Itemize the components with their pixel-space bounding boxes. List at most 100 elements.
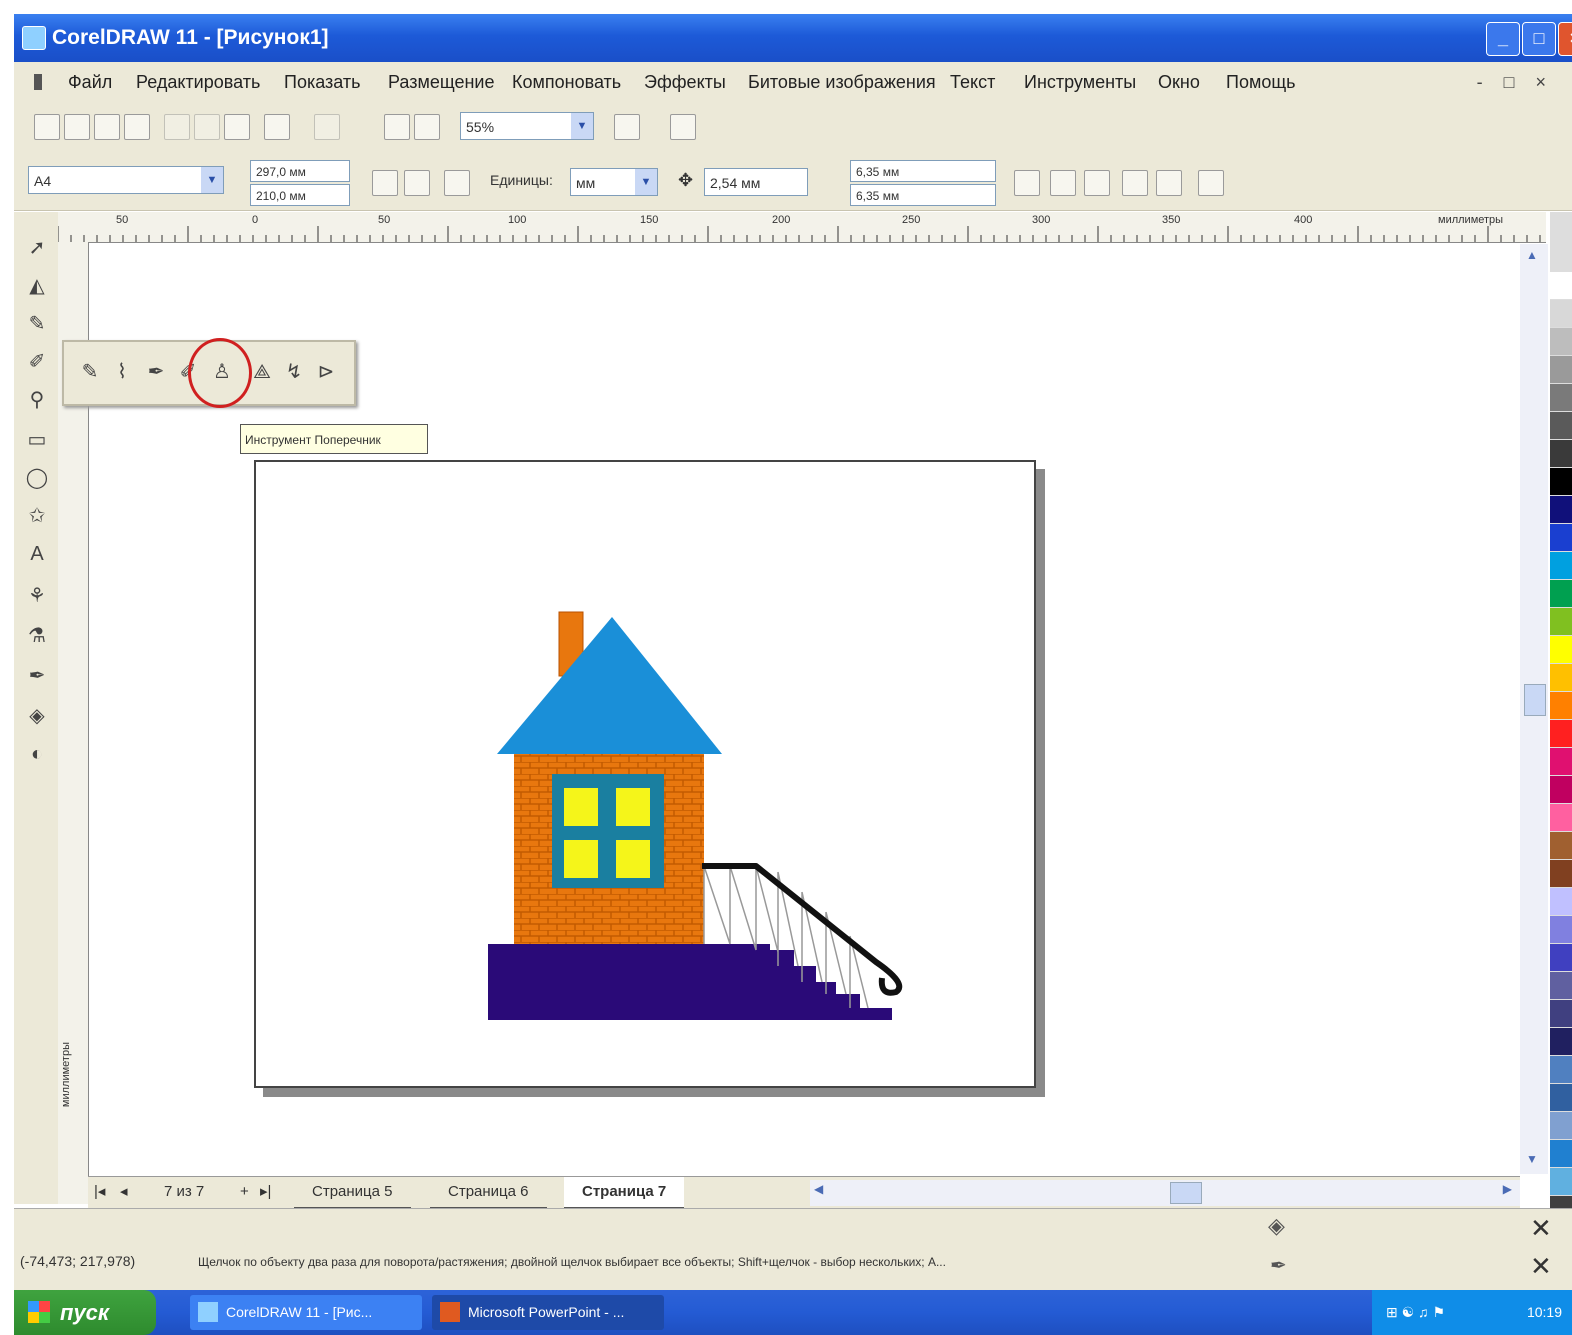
treat-as-filled-icon[interactable] bbox=[1156, 170, 1182, 196]
menu-effects[interactable]: Эффекты bbox=[644, 62, 726, 102]
tray-icons[interactable]: ⊞ ☯ ♫ ⚑ bbox=[1386, 1290, 1445, 1335]
horizontal-scrollbar[interactable]: ◀ ▶ bbox=[810, 1180, 1520, 1206]
menu-bitmaps[interactable]: Битовые изображения bbox=[748, 62, 936, 102]
text-tool-icon[interactable]: A bbox=[23, 540, 51, 568]
palette-swatch[interactable] bbox=[1550, 1000, 1572, 1027]
palette-swatch[interactable] bbox=[1550, 832, 1572, 859]
palette-swatch[interactable] bbox=[1550, 524, 1572, 551]
menu-layout[interactable]: Размещение bbox=[388, 62, 494, 102]
dimension-icon[interactable]: ⊳ bbox=[314, 358, 338, 386]
fill-indicator-icon[interactable]: ◈ bbox=[1268, 1213, 1285, 1239]
palette-swatch[interactable] bbox=[1550, 804, 1572, 831]
paste-icon[interactable] bbox=[224, 114, 250, 140]
palette-swatch[interactable] bbox=[1550, 692, 1572, 719]
palette-swatch[interactable] bbox=[1550, 468, 1572, 495]
palette-swatch[interactable] bbox=[1550, 860, 1572, 887]
dynamic-guides-icon[interactable] bbox=[1122, 170, 1148, 196]
eyedropper-tool-icon[interactable]: ⚗ bbox=[23, 622, 51, 650]
next-page-icon[interactable]: ▸| bbox=[260, 1177, 271, 1207]
palette-swatch[interactable] bbox=[1550, 328, 1572, 355]
tab-page-6[interactable]: Страница 6 bbox=[430, 1177, 547, 1208]
document-page[interactable] bbox=[254, 460, 1036, 1088]
palette-swatch[interactable] bbox=[1550, 972, 1572, 999]
duplicate-x-field[interactable]: 6,35 мм bbox=[850, 160, 996, 182]
palette-swatch[interactable] bbox=[1550, 1140, 1572, 1167]
scroll-down-icon[interactable]: ▼ bbox=[1526, 1152, 1542, 1172]
knife-tool-icon[interactable]: ✎ bbox=[23, 310, 51, 338]
units-combo[interactable]: мм ▼ bbox=[570, 168, 658, 196]
minimize-button[interactable]: _ bbox=[1486, 22, 1520, 56]
scroll-left-icon[interactable]: ◀ bbox=[814, 1182, 823, 1196]
menu-arrange[interactable]: Компоновать bbox=[512, 62, 621, 102]
menu-window[interactable]: Окно bbox=[1158, 62, 1200, 102]
freehand-tool-icon[interactable]: ✐ bbox=[23, 348, 51, 376]
palette-swatch[interactable] bbox=[1550, 720, 1572, 747]
palette-swatch[interactable] bbox=[1550, 916, 1572, 943]
palette-swatch[interactable] bbox=[1550, 440, 1572, 467]
palette-swatch[interactable] bbox=[1550, 552, 1572, 579]
scroll-thumb[interactable] bbox=[1170, 1182, 1202, 1204]
copy-icon[interactable] bbox=[194, 114, 220, 140]
palette-swatch[interactable] bbox=[1550, 272, 1572, 299]
new-icon[interactable] bbox=[34, 114, 60, 140]
palette-swatch[interactable] bbox=[1550, 1168, 1572, 1195]
polygon-tool-icon[interactable]: ✩ bbox=[23, 502, 51, 530]
page-height-field[interactable]: 210,0 мм bbox=[250, 184, 350, 206]
palette-swatch[interactable] bbox=[1550, 1084, 1572, 1111]
scroll-right-icon[interactable]: ▶ bbox=[1503, 1182, 1512, 1196]
snap-grid-icon[interactable] bbox=[1014, 170, 1040, 196]
corel-online-icon[interactable] bbox=[670, 114, 696, 140]
menu-text[interactable]: Текст bbox=[950, 62, 995, 102]
palette-swatch[interactable] bbox=[1550, 384, 1572, 411]
options-icon[interactable] bbox=[1198, 170, 1224, 196]
export-icon[interactable] bbox=[414, 114, 440, 140]
scroll-up-icon[interactable]: ▲ bbox=[1526, 248, 1542, 268]
outline-indicator-icon[interactable]: ✒ bbox=[1270, 1253, 1287, 1278]
palette-swatch[interactable] bbox=[1550, 776, 1572, 803]
house-drawing[interactable] bbox=[256, 462, 1034, 1086]
save-icon[interactable] bbox=[94, 114, 120, 140]
page-layout-icon[interactable] bbox=[444, 170, 470, 196]
tab-page-7[interactable]: Страница 7 bbox=[564, 1177, 685, 1208]
undo-icon[interactable] bbox=[264, 114, 290, 140]
three-point-curve-icon[interactable]: ⟁ bbox=[250, 358, 274, 386]
palette-swatch[interactable] bbox=[1550, 580, 1572, 607]
start-button[interactable]: пуск bbox=[14, 1290, 156, 1335]
maximize-button[interactable]: □ bbox=[1522, 22, 1556, 56]
rectangle-tool-icon[interactable]: ▭ bbox=[23, 426, 51, 454]
page-width-field[interactable]: 297,0 мм bbox=[250, 160, 350, 182]
first-page-icon[interactable]: |◂ bbox=[94, 1177, 105, 1207]
palette-swatch[interactable] bbox=[1550, 944, 1572, 971]
bezier-icon[interactable]: ⌇ bbox=[110, 358, 134, 386]
palette-swatch[interactable] bbox=[1550, 608, 1572, 635]
redo-icon[interactable] bbox=[314, 114, 340, 140]
chevron-down-icon[interactable]: ▼ bbox=[571, 113, 593, 139]
import-icon[interactable] bbox=[384, 114, 410, 140]
landscape-icon[interactable] bbox=[404, 170, 430, 196]
paper-size-combo[interactable]: A4 ▼ bbox=[28, 166, 224, 194]
palette-swatch[interactable] bbox=[1550, 496, 1572, 523]
outline-tool-icon[interactable]: ✒ bbox=[23, 662, 51, 690]
zoom-tool-icon[interactable]: ⚲ bbox=[23, 386, 51, 414]
palette-swatch[interactable] bbox=[1550, 636, 1572, 663]
close-button[interactable]: × bbox=[1558, 22, 1572, 56]
palette-swatch[interactable] bbox=[1550, 1112, 1572, 1139]
portrait-icon[interactable] bbox=[372, 170, 398, 196]
interactive-connector-icon[interactable]: ↯ bbox=[282, 358, 306, 386]
palette-swatch[interactable] bbox=[1550, 888, 1572, 915]
scroll-thumb[interactable] bbox=[1524, 684, 1546, 716]
menu-file[interactable]: Файл bbox=[68, 62, 112, 102]
open-icon[interactable] bbox=[64, 114, 90, 140]
pick-tool-icon[interactable]: ➚ bbox=[23, 234, 51, 262]
app-launcher-icon[interactable] bbox=[614, 114, 640, 140]
zoom-combo[interactable]: 55% ▼ bbox=[460, 112, 594, 140]
horizontal-ruler[interactable]: 50 0 50 100 150 200 250 300 350 400 милл… bbox=[58, 212, 1546, 243]
taskbar-item-powerpoint[interactable]: Microsoft PowerPoint - ... bbox=[432, 1295, 664, 1330]
prev-page-icon[interactable]: ◂ bbox=[120, 1177, 128, 1207]
duplicate-y-field[interactable]: 6,35 мм bbox=[850, 184, 996, 206]
fill-tool-icon[interactable]: ◈ bbox=[23, 702, 51, 730]
snap-objects-icon[interactable] bbox=[1084, 170, 1110, 196]
interactive-tool-icon[interactable]: ⚘ bbox=[23, 582, 51, 610]
freehand-icon[interactable]: ✎ bbox=[78, 358, 102, 386]
artistic-media-icon[interactable]: ✒ bbox=[144, 358, 168, 386]
